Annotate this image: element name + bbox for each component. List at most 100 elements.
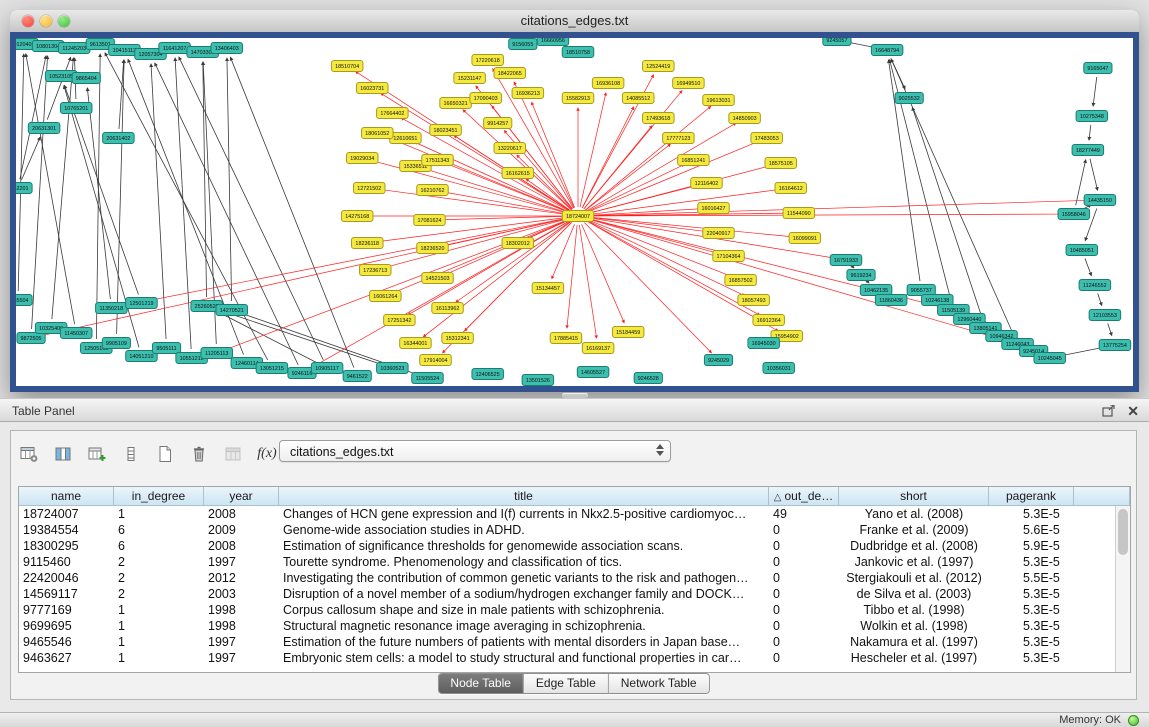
graph-node[interactable]: 17885415	[550, 333, 582, 344]
graph-node[interactable]: 10485051	[1066, 245, 1098, 256]
graph-node[interactable]: 14270521	[216, 305, 248, 316]
graph-node[interactable]: 9542201	[16, 183, 32, 194]
graph-node[interactable]: 11350218	[96, 303, 128, 314]
column-header-name[interactable]: name	[19, 487, 114, 506]
graph-node[interactable]: 13501526	[522, 375, 554, 386]
graph-node[interactable]: 16857502	[725, 275, 757, 286]
column-header-out_de[interactable]: △out_de…	[769, 487, 839, 506]
graph-node[interactable]: 13051215	[256, 363, 288, 374]
graph-node[interactable]: 11450307	[60, 328, 92, 339]
graph-node[interactable]: 17664402	[377, 108, 409, 119]
graph-node[interactable]: 16945030	[748, 338, 780, 349]
graph-node[interactable]: 11246552	[1079, 280, 1111, 291]
graph-node[interactable]: 10275348	[1076, 111, 1108, 122]
graph-node[interactable]: 16936108	[592, 78, 624, 89]
graph-node[interactable]: 11860436	[875, 295, 907, 306]
graph-node[interactable]: 11205113	[201, 348, 233, 359]
graph-node[interactable]: 16164612	[775, 183, 807, 194]
graph-node[interactable]: 9872505	[17, 333, 45, 344]
graph-node[interactable]: 16851241	[678, 155, 710, 166]
graph-node[interactable]: 11505524	[412, 373, 444, 384]
graph-node[interactable]: 9245029	[704, 355, 732, 366]
graph-node[interactable]: 16791933	[830, 255, 862, 266]
graph-node[interactable]: 9246528	[634, 373, 662, 384]
table-row[interactable]: 1938455462009Genome-wide association stu…	[19, 522, 1115, 538]
column-header-short[interactable]: short	[839, 487, 989, 506]
graph-node[interactable]: 18510704	[331, 61, 363, 72]
table-row[interactable]: 911546021997Tourette syndrome. Phenomeno…	[19, 554, 1115, 570]
graph-node[interactable]: 9055737	[907, 285, 935, 296]
new-table-icon[interactable]	[151, 441, 179, 467]
graph-node[interactable]: 14521503	[422, 273, 454, 284]
graph-node[interactable]: 16650321	[440, 98, 472, 109]
graph-node[interactable]: 16936213	[512, 88, 544, 99]
table-row[interactable]: 1872400712008Changes of HCN gene express…	[19, 506, 1115, 522]
tab-edge-table[interactable]: Edge Table	[523, 674, 608, 693]
graph-node[interactable]: 13406403	[211, 43, 243, 54]
scrollbar-thumb[interactable]	[1118, 509, 1128, 555]
graph-node[interactable]: 15582913	[562, 93, 594, 104]
graph-node[interactable]: 9165047	[1084, 63, 1112, 74]
network-canvas[interactable]: 1872400718510704160237311766440212610651…	[16, 38, 1133, 386]
delete-table-icon[interactable]	[185, 441, 213, 467]
graph-node[interactable]: 17251342	[384, 315, 416, 326]
graph-node[interactable]: 16162615	[502, 168, 534, 179]
edit-columns-icon[interactable]	[83, 441, 111, 467]
close-panel-icon[interactable]: ✕	[1127, 403, 1139, 419]
graph-node[interactable]: 9865404	[72, 73, 100, 84]
graph-node[interactable]: 10245045	[1034, 353, 1066, 364]
graph-node[interactable]: 15134457	[532, 283, 564, 294]
table-row[interactable]: 946554611997Estimation of the future num…	[19, 634, 1115, 650]
graph-node[interactable]: 17511343	[422, 155, 454, 166]
graph-node[interactable]: 12103553	[1089, 310, 1121, 321]
graph-node[interactable]: 14850903	[729, 113, 761, 124]
citation-network-graph[interactable]: 1872400718510704160237311766440212610651…	[16, 38, 1133, 386]
graph-node[interactable]: 15958046	[1058, 209, 1090, 220]
graph-node[interactable]: 16648794	[871, 45, 903, 56]
graph-node[interactable]: 18277449	[1072, 145, 1104, 156]
graph-node[interactable]: 16660956	[537, 38, 569, 46]
graph-node[interactable]: 17483053	[751, 133, 783, 144]
graph-node[interactable]: 16949510	[673, 78, 705, 89]
graph-node[interactable]: 13220617	[494, 143, 526, 154]
graph-node[interactable]: 18724007	[562, 211, 594, 222]
graph-node[interactable]: 15231147	[454, 73, 486, 84]
graph-node[interactable]: 11544090	[783, 208, 815, 219]
row-tools-icon[interactable]	[117, 441, 145, 467]
graph-node[interactable]: 12116402	[691, 178, 723, 189]
table-selector[interactable]: citations_edges.txt	[279, 440, 671, 462]
graph-node[interactable]: 14275168	[341, 211, 373, 222]
graph-node[interactable]: 16344001	[400, 338, 432, 349]
graph-node[interactable]: 9156055	[509, 39, 537, 50]
graph-node[interactable]: 18510758	[562, 47, 594, 58]
graph-node[interactable]: 20631301	[28, 123, 60, 134]
graph-node[interactable]: 16061264	[370, 291, 402, 302]
graph-node[interactable]: 10462135	[860, 285, 892, 296]
graph-node[interactable]: 18236118	[352, 238, 384, 249]
tab-node-table[interactable]: Node Table	[438, 674, 523, 693]
column-header-pagerank[interactable]: pagerank	[989, 487, 1074, 506]
graph-node[interactable]: 11641207	[159, 43, 191, 54]
graph-node[interactable]: 16912364	[753, 315, 785, 326]
tab-network-table[interactable]: Network Table	[608, 674, 709, 693]
graph-node[interactable]: 15184459	[612, 327, 644, 338]
column-header-year[interactable]: year	[204, 487, 279, 506]
graph-node[interactable]: 22040917	[703, 228, 735, 239]
graph-node[interactable]: 9135504	[16, 295, 32, 306]
graph-node[interactable]: 10360523	[377, 363, 409, 374]
graph-node[interactable]: 18236520	[417, 243, 449, 254]
graph-node[interactable]: 12406525	[472, 369, 504, 380]
vertical-scrollbar[interactable]	[1115, 506, 1130, 672]
splitter-handle[interactable]	[562, 393, 588, 398]
table-row[interactable]: 1456911722003Disruption of a novel membe…	[19, 586, 1115, 602]
graph-node[interactable]: 15312341	[442, 333, 474, 344]
graph-node[interactable]: 13775254	[1099, 340, 1131, 351]
graph-node[interactable]: 16016427	[698, 203, 730, 214]
table-row[interactable]: 2242004622012Investigating the contribut…	[19, 570, 1115, 586]
table-row[interactable]: 969969511998Structural magnetic resonanc…	[19, 618, 1115, 634]
graph-node[interactable]: 11245203	[58, 43, 90, 54]
table-row[interactable]: 977716911998Corpus callosum shape and si…	[19, 602, 1115, 618]
graph-node[interactable]: 12524419	[643, 61, 675, 72]
graph-node[interactable]: 9914257	[484, 118, 512, 129]
table-row[interactable]: 1830029562008Estimation of significance …	[19, 538, 1115, 554]
